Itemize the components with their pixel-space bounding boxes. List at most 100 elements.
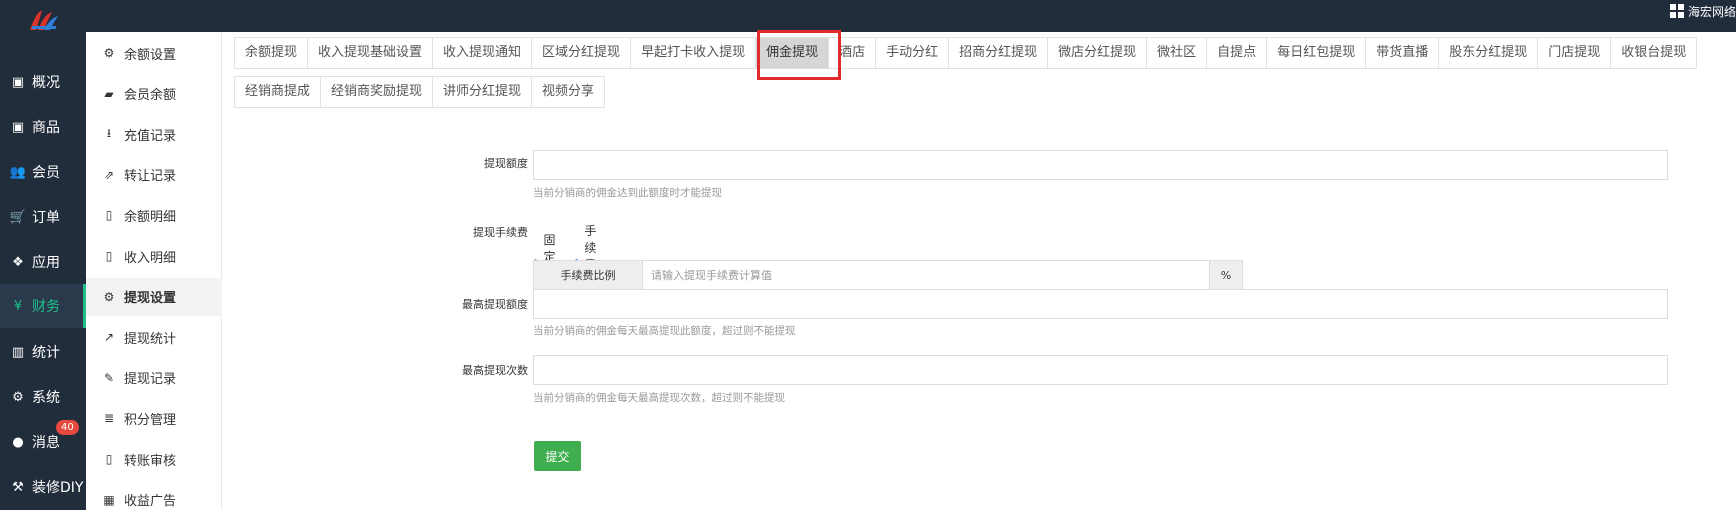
amount-help: 当前分销商的佣金达到此额度时才能提现 [533, 187, 722, 199]
sidebar-item-4[interactable]: ❖ 应用 [0, 240, 86, 284]
sidebar-item-label: 系统 [32, 390, 60, 406]
tab-tabs_row1-12[interactable]: 每日红包提现 [1267, 37, 1367, 69]
max-amount-label: 最高提现额度 [462, 298, 528, 311]
subnav-item-3[interactable]: ⇗ 转让记录 [86, 156, 222, 194]
cubes-icon: ❖ [12, 254, 24, 270]
subnav-item-8[interactable]: ✎ 提现记录 [86, 359, 222, 397]
subnav-item-2[interactable]: ⭳ 充值记录 [86, 115, 222, 153]
box-icon: ▣ [11, 119, 25, 135]
subnav-item-6[interactable]: ⚙ 提现设置 [86, 277, 222, 316]
subnav-item-10[interactable]: ▯ 转账审核 [86, 440, 222, 478]
top-bar: 海宏网络 [0, 0, 1736, 32]
fee-input[interactable]: 请输入提现手续费计算值 [642, 261, 1210, 289]
subnav-item-label: 充值记录 [124, 128, 177, 144]
tab-tabs_row1-8[interactable]: 招商分红提现 [949, 37, 1049, 69]
main-content: 余额提现 收入提现基础设置 收入提现通知 区域分红提现 早起打卡收入提现 佣金提现 酒店 手动… [222, 30, 1736, 510]
dashboard-icon: ▣ [11, 74, 25, 90]
subnav-item-7[interactable]: ↗ 提现统计 [86, 318, 222, 356]
user-menu[interactable]: 海宏网络 [1669, 2, 1736, 20]
finance-subnav: ⚙ 余额设置 ▰ 会员余额 ⭳ 充值记录 ⇗ 转让记录 ▯ 余额明细 ▯ 收入明细 ⚙ 提现设置 ↗ 提现统计… [86, 32, 222, 510]
tab-tabs_row1-14[interactable]: 股东分红提现 [1439, 37, 1539, 69]
sidebar-item-label: 订单 [32, 210, 60, 226]
main-sidebar: ▣ 概况 ▣ 商品 👥 会员 🛒 订单 ❖ 应用 ¥ 财务 ▥ 统计 ⚙ 系统 ● 消息 40 ⚒ 装修DIY [0, 32, 86, 510]
sidebar-item-8[interactable]: ● 消息 40 [0, 420, 86, 464]
subnav-item-5[interactable]: ▯ 收入明细 [86, 237, 222, 275]
tab-tabs_row1-15[interactable]: 门店提现 [1538, 37, 1612, 69]
sidebar-item-5[interactable]: ¥ 财务 [0, 284, 86, 328]
tab-tabs_row1-7[interactable]: 手动分红 [876, 37, 950, 69]
max-amount-input[interactable] [533, 289, 1668, 319]
sidebar-item-0[interactable]: ▣ 概况 [0, 60, 86, 104]
tab-tabs_row1-0[interactable]: 余额提现 [234, 37, 309, 69]
comment-icon: ● [12, 434, 24, 450]
apps-grid-icon [1669, 4, 1684, 18]
sidebar-item-7[interactable]: ⚙ 系统 [0, 375, 86, 419]
subnav-item-label: 转让记录 [124, 169, 177, 185]
line-chart-icon: ↗ [103, 330, 115, 345]
sidebar-item-label: 概况 [32, 75, 60, 91]
subnav-item-label: 收入明细 [124, 250, 177, 266]
tab-tabs_row2-2[interactable]: 讲师分红提现 [433, 76, 533, 108]
submit-button[interactable]: 提交 [534, 441, 581, 471]
sidebar-item-label: 装修DIY [32, 480, 84, 496]
tab-tabs_row2-0[interactable]: 经销商提成 [234, 76, 322, 108]
amount-input[interactable] [533, 150, 1668, 180]
subnav-item-label: 余额设置 [124, 47, 177, 63]
sidebar-item-1[interactable]: ▣ 商品 [0, 105, 86, 149]
subnav-item-label: 提现设置 [124, 291, 177, 307]
external-link-icon: ⇗ [103, 167, 115, 182]
subnav-item-label: 转账审核 [124, 453, 177, 469]
cart-icon: 🛒 [9, 209, 27, 225]
fee-addon-right: % [1210, 261, 1242, 289]
image-icon: ▦ [103, 492, 115, 507]
sidebar-item-2[interactable]: 👥 会员 [0, 150, 86, 194]
sidebar-item-9[interactable]: ⚒ 装修DIY [0, 465, 86, 509]
subnav-item-11[interactable]: ▦ 收益广告 [86, 481, 222, 519]
download-icon: ⭳ [106, 125, 112, 140]
bar-chart-icon: ▥ [11, 344, 25, 360]
subnav-item-label: 提现记录 [124, 372, 177, 388]
fee-label: 提现手续费 [473, 226, 528, 239]
tab-tabs_row1-2[interactable]: 收入提现通知 [433, 37, 533, 69]
highlight-annotation [757, 30, 841, 80]
users-icon: 👥 [9, 164, 27, 180]
tab-tabs_row1-1[interactable]: 收入提现基础设置 [308, 37, 434, 69]
tab-tabs_row1-10[interactable]: 微社区 [1147, 37, 1208, 69]
tabs-row-1: 余额提现 收入提现基础设置 收入提现通知 区域分红提现 早起打卡收入提现 佣金提现 酒店 手动… [234, 37, 1698, 69]
tab-tabs_row1-3[interactable]: 区域分红提现 [532, 37, 632, 69]
subnav-item-4[interactable]: ▯ 余额明细 [86, 196, 222, 234]
max-times-input[interactable] [533, 355, 1668, 385]
sidebar-item-label: 会员 [32, 165, 60, 181]
sidebar-item-6[interactable]: ▥ 统计 [0, 330, 86, 374]
book-icon: ▰ [104, 86, 114, 101]
cogs-icon: ⚙ [12, 389, 24, 405]
amount-label: 提现额度 [484, 157, 528, 170]
tab-tabs_row1-11[interactable]: 自提点 [1207, 37, 1268, 69]
sidebar-item-label: 统计 [32, 345, 60, 361]
sidebar-item-label: 应用 [32, 255, 60, 271]
max-amount-help: 当前分销商的佣金每天最高提现此额度，超过则不能提现 [533, 325, 796, 337]
brand-logo[interactable] [28, 8, 60, 32]
fee-input-group: 手续费比例 请输入提现手续费计算值 % [533, 260, 1243, 290]
subnav-item-label: 会员余额 [124, 88, 177, 104]
tab-tabs_row1-13[interactable]: 带货直播 [1366, 37, 1440, 69]
gavel-icon: ⚒ [12, 479, 24, 495]
sidebar-item-3[interactable]: 🛒 订单 [0, 195, 86, 239]
pencil-icon: ✎ [103, 370, 115, 385]
subnav-item-9[interactable]: ≣ 积分管理 [86, 399, 222, 437]
sidebar-item-label: 财务 [32, 299, 60, 315]
gear-icon: ⚙ [103, 289, 115, 304]
yen-icon: ¥ [13, 298, 23, 314]
subnav-item-1[interactable]: ▰ 会员余额 [86, 75, 222, 113]
subnav-item-label: 提现统计 [124, 331, 177, 347]
tab-tabs_row1-4[interactable]: 早起打卡收入提现 [631, 37, 757, 69]
tab-tabs_row1-9[interactable]: 微店分红提现 [1048, 37, 1148, 69]
tab-tabs_row1-16[interactable]: 收银台提现 [1611, 37, 1698, 69]
subnav-item-0[interactable]: ⚙ 余额设置 [86, 34, 222, 72]
tab-tabs_row2-1[interactable]: 经销商奖励提现 [321, 76, 434, 108]
tab-tabs_row2-3[interactable]: 视频分享 [532, 76, 606, 108]
subnav-item-label: 收益广告 [124, 494, 177, 510]
subnav-item-label: 余额明细 [124, 209, 177, 225]
user-name: 海宏网络 [1687, 4, 1736, 19]
file-icon: ▯ [105, 208, 113, 223]
